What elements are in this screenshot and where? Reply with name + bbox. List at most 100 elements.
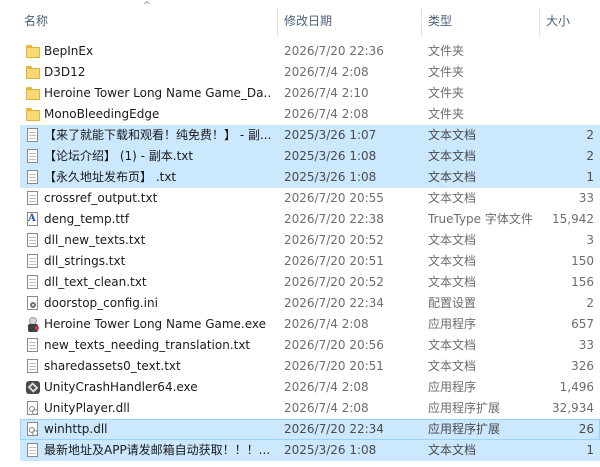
file-date-modified: 2025/3/26 1:07: [284, 128, 377, 142]
file-size: 1,496: [559, 380, 594, 394]
file-date-modified: 2026/7/20 20:51: [284, 254, 384, 268]
file-size: 2: [586, 296, 594, 310]
application-icon: [26, 317, 40, 332]
file-date-modified: 2026/7/20 20:55: [284, 191, 384, 205]
column-header-date-modified[interactable]: 修改日期: [284, 13, 332, 29]
text-document-icon: [26, 359, 40, 374]
dll-file-icon: [26, 401, 40, 416]
file-row[interactable]: 【来了就能下载和观看！纯免费！】 - 副... 2025/3/26 1:07 文本文…: [20, 125, 600, 146]
font-file-icon: A: [26, 212, 40, 227]
file-size: [520, 65, 594, 80]
column-header-size[interactable]: 大小: [546, 13, 570, 29]
file-name: Heroine Tower Long Name Game_Da...: [44, 86, 272, 100]
sort-ascending-icon: ^: [143, 1, 151, 11]
file-date-modified: 2026/7/4 2:08: [284, 317, 369, 331]
file-date-modified: 2026/7/20 22:34: [284, 296, 384, 310]
column-header-name[interactable]: 名称: [24, 13, 48, 29]
file-date-modified: 2026/7/4 2:08: [284, 65, 369, 79]
file-row[interactable]: UnityPlayer.dll 2026/7/4 2:08 应用程序扩展 32,934: [20, 398, 600, 419]
file-name: BepInEx: [44, 44, 94, 58]
file-size: 1: [586, 443, 594, 457]
file-row[interactable]: crossref_output.txt 2026/7/20 20:55 文本文档 33: [20, 188, 600, 209]
file-size: 3: [586, 233, 594, 247]
file-date-modified: 2026/7/20 22:34: [284, 422, 384, 436]
text-document-icon: [26, 254, 40, 269]
file-date-modified: 2026/7/4 2:08: [284, 401, 369, 415]
column-divider[interactable]: [277, 8, 278, 36]
file-row[interactable]: sharedassets0_text.txt 2026/7/20 20:51 文本文…: [20, 356, 600, 377]
file-size: 2: [586, 149, 594, 163]
file-size: 150: [571, 254, 594, 268]
text-document-icon: [26, 128, 40, 143]
file-name: new_texts_needing_translation.txt: [44, 338, 251, 352]
file-size: [520, 86, 594, 101]
file-date-modified: 2026/7/20 20:51: [284, 359, 384, 373]
file-date-modified: 2026/7/20 20:52: [284, 233, 384, 247]
file-row[interactable]: dll_strings.txt 2026/7/20 20:51 文本文档 150: [20, 251, 600, 272]
column-header-bar: ^ 名称 修改日期 类型 大小: [0, 0, 600, 40]
text-document-icon: [26, 443, 40, 458]
file-size: 2: [586, 128, 594, 142]
file-date-modified: 2026/7/4 2:10: [284, 86, 369, 100]
text-document-icon: [26, 275, 40, 290]
file-name: 【论坛介绍】 (1) - 副本.txt: [44, 149, 194, 163]
folder-icon: [26, 86, 40, 101]
file-row[interactable]: UnityCrashHandler64.exe 2026/7/4 2:08 应用程序…: [20, 377, 600, 398]
file-row[interactable]: 【永久地址发布页】 .txt 2025/3/26 1:08 文本文档 1: [20, 167, 600, 188]
file-size: 33: [578, 338, 594, 352]
folder-icon: [26, 107, 40, 122]
file-name: crossref_output.txt: [44, 191, 158, 205]
file-date-modified: 2026/7/20 22:38: [284, 212, 384, 226]
dll-file-icon: [26, 422, 40, 437]
text-document-icon: [26, 170, 40, 185]
file-date-modified: 2026/7/4 2:08: [284, 107, 369, 121]
file-row[interactable]: Heroine Tower Long Name Game_Da... 2026/7…: [20, 83, 600, 104]
file-name: UnityCrashHandler64.exe: [44, 380, 198, 394]
file-name: winhttp.dll: [44, 422, 108, 436]
file-size: [520, 44, 594, 59]
file-name: doorstop_config.ini: [44, 296, 158, 310]
file-name: 最新地址及APP请发邮箱自动获取！！！...: [44, 443, 271, 457]
file-date-modified: 2026/7/20 20:56: [284, 338, 384, 352]
file-row[interactable]: D3D12 2026/7/4 2:08 文件夹: [20, 62, 600, 83]
file-row[interactable]: dll_new_texts.txt 2026/7/20 20:52 文本文档 3: [20, 230, 600, 251]
text-document-icon: [26, 149, 40, 164]
file-name: dll_text_clean.txt: [44, 275, 147, 289]
file-size: 26: [578, 422, 594, 436]
file-name: dll_strings.txt: [44, 254, 126, 268]
file-name: Heroine Tower Long Name Game.exe: [44, 317, 267, 331]
text-document-icon: [26, 338, 40, 353]
column-divider[interactable]: [539, 8, 540, 36]
file-date-modified: 2026/7/20 22:36: [284, 44, 384, 58]
file-row[interactable]: new_texts_needing_translation.txt 2026/7/…: [20, 335, 600, 356]
column-header-type[interactable]: 类型: [428, 13, 452, 29]
file-date-modified: 2026/7/4 2:08: [284, 380, 369, 394]
config-file-icon: [26, 296, 40, 311]
file-date-modified: 2025/3/26 1:08: [284, 443, 377, 457]
file-name: MonoBleedingEdge: [44, 107, 160, 121]
file-name: dll_new_texts.txt: [44, 233, 146, 247]
file-row[interactable]: 【论坛介绍】 (1) - 副本.txt 2025/3/26 1:08 文本文档 2: [20, 146, 600, 167]
file-name: deng_temp.ttf: [44, 212, 130, 226]
folder-icon: [26, 65, 40, 80]
file-row[interactable]: Heroine Tower Long Name Game.exe 2026/7/4…: [20, 314, 600, 335]
file-size: 657: [571, 317, 594, 331]
file-name: 【来了就能下载和观看！纯免费！】 - 副...: [44, 128, 272, 142]
column-divider[interactable]: [421, 8, 422, 36]
file-name: 【永久地址发布页】 .txt: [44, 170, 177, 184]
file-row[interactable]: doorstop_config.ini 2026/7/20 22:34 配置设置 2: [20, 293, 600, 314]
file-size: 326: [571, 359, 594, 373]
file-row[interactable]: winhttp.dll 2026/7/20 22:34 应用程序扩展 26: [20, 419, 600, 440]
text-document-icon: [26, 191, 40, 206]
file-row[interactable]: dll_text_clean.txt 2026/7/20 20:52 文本文档 156: [20, 272, 600, 293]
file-date-modified: 2025/3/26 1:08: [284, 149, 377, 163]
file-size: 15,942: [552, 212, 594, 226]
file-row[interactable]: 最新地址及APP请发邮箱自动获取！！！... 2025/3/26 1:08 文本文档…: [20, 440, 600, 461]
file-row[interactable]: BepInEx 2026/7/20 22:36 文件夹: [20, 41, 600, 62]
file-name: sharedassets0_text.txt: [44, 359, 181, 373]
file-row[interactable]: MonoBleedingEdge 2026/7/4 2:08 文件夹: [20, 104, 600, 125]
file-date-modified: 2025/3/26 1:08: [284, 170, 377, 184]
file-size: 32,934: [552, 401, 594, 415]
folder-icon: [26, 44, 40, 59]
file-row[interactable]: Adeng_temp.ttf 2026/7/20 22:38 TrueType 字体…: [20, 209, 600, 230]
